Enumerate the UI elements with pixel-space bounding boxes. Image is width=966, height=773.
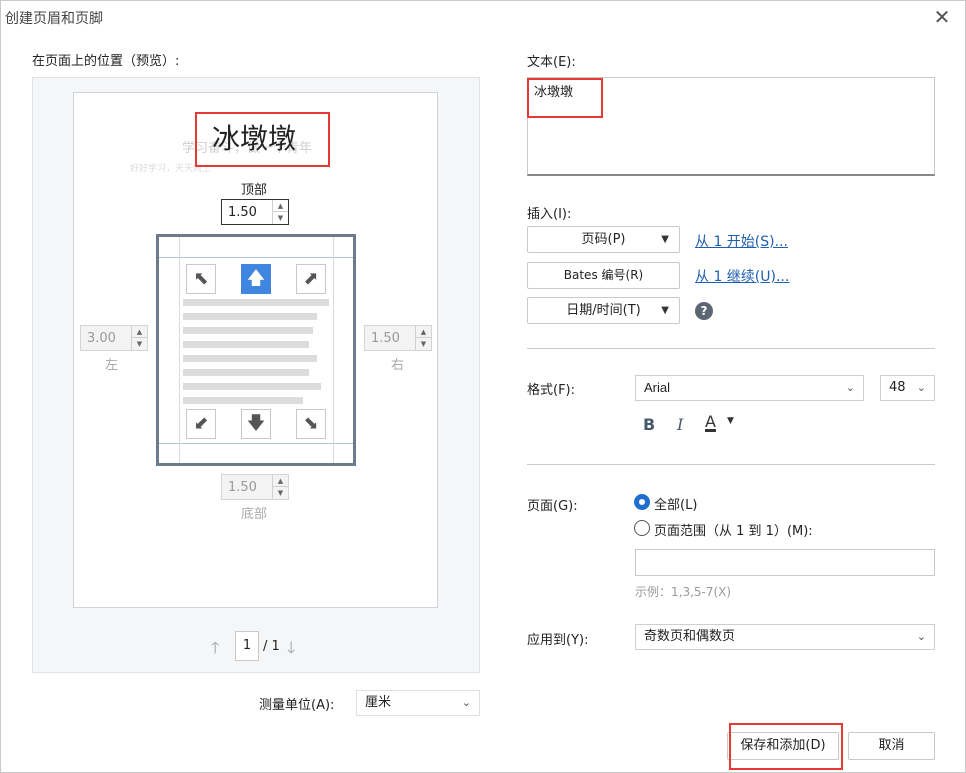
stepper-down-icon: ▼ — [277, 489, 284, 497]
chevron-down-icon: ⌄ — [461, 696, 471, 709]
format-label: 格式(F): — [527, 383, 576, 398]
text-line — [183, 397, 303, 404]
right-guide — [333, 237, 334, 463]
right-margin-label: 右 — [391, 358, 405, 373]
top-margin-label: 顶部 — [241, 183, 268, 198]
stepper-up-icon: ▲ — [416, 326, 431, 338]
text-line — [183, 383, 321, 390]
highlight-header-text — [195, 112, 330, 167]
dialog-title: 创建页眉和页脚 — [5, 11, 103, 27]
all-pages-radio[interactable] — [634, 494, 650, 510]
align-top-center-icon[interactable]: 🡅 — [241, 264, 271, 294]
close-icon[interactable]: ✕ — [931, 6, 953, 28]
italic-icon[interactable]: I — [677, 415, 683, 434]
apply-to-select[interactable]: 奇数页和偶数页 ⌄ — [635, 624, 935, 650]
all-pages-label: 全部(L) — [654, 498, 698, 513]
dialog-window: 创建页眉和页脚 ✕ 在页面上的位置（预览）: 学习奋斗，做一个青年 好好学习，天… — [0, 0, 966, 773]
stepper-down-icon[interactable]: ▼ — [273, 212, 288, 224]
text-line — [183, 341, 309, 348]
prev-page-icon[interactable]: 🡑 — [211, 637, 219, 664]
title-bar: 创建页眉和页脚 ✕ — [1, 1, 966, 33]
left-margin-value: 3.00 — [87, 331, 116, 346]
text-line — [183, 313, 317, 320]
page-range-input[interactable] — [635, 549, 935, 576]
cancel-button[interactable]: 取消 — [848, 732, 935, 760]
left-guide — [179, 237, 180, 463]
chevron-down-icon: ⌄ — [916, 381, 926, 394]
bottom-margin-label: 底部 — [241, 507, 268, 522]
caret-down-icon: ▼ — [661, 234, 669, 245]
font-color-icon: A — [705, 412, 716, 431]
page-range-example: 示例：1,3,5-7(X) — [635, 585, 732, 599]
date-time-button[interactable]: 日期/时间(T) ▼ — [527, 297, 680, 324]
text-line — [183, 355, 317, 362]
font-color-picker[interactable]: A ▼ — [703, 411, 741, 435]
text-line — [183, 299, 329, 306]
text-line — [183, 327, 313, 334]
highlight-text-area — [527, 78, 603, 118]
units-label: 测量单位(A): — [259, 698, 335, 713]
font-select[interactable]: Arial ⌄ — [635, 375, 864, 401]
units-select[interactable]: 厘米 ⌄ — [356, 690, 480, 716]
right-margin-value: 1.50 — [371, 331, 400, 346]
highlight-save-button — [729, 723, 843, 770]
chevron-down-icon: ⌄ — [916, 630, 926, 643]
top-margin-stepper[interactable]: 1.50 ▲ ▼ — [221, 199, 289, 225]
align-bottom-right-icon[interactable]: ⬊ — [296, 409, 326, 439]
stepper-up-icon: ▲ — [132, 326, 147, 338]
top-margin-value: 1.50 — [228, 205, 257, 220]
page-number-button-label: 页码(P) — [581, 232, 626, 247]
preview-label: 在页面上的位置（预览）: — [32, 54, 180, 69]
bold-icon[interactable]: B — [643, 415, 655, 434]
apply-to-label: 应用到(Y): — [527, 633, 589, 648]
bottom-margin-stepper: 1.50 ▲ ▼ — [221, 474, 289, 500]
date-time-button-label: 日期/时间(T) — [566, 303, 641, 318]
stepper-down-icon: ▼ — [420, 340, 427, 348]
left-margin-label: 左 — [105, 358, 119, 373]
bates-number-button[interactable]: Bates 编号(R) — [527, 262, 680, 289]
right-margin-stepper: 1.50 ▲ ▼ — [364, 325, 432, 351]
page-total: / 1 — [263, 639, 280, 654]
caret-down-icon: ▼ — [661, 305, 669, 316]
chevron-down-icon: ⌄ — [845, 382, 855, 394]
next-page-icon[interactable]: 🡓 — [287, 637, 295, 664]
page-number-value: 1 — [242, 638, 252, 653]
font-size-select[interactable]: 48 ⌄ — [880, 375, 935, 401]
page-range-label: 页面范围（从 1 到 1）(M): — [654, 524, 813, 539]
bates-button-label: Bates 编号(R) — [563, 268, 644, 282]
divider — [527, 348, 935, 349]
text-label: 文本(E): — [527, 55, 576, 70]
align-bottom-center-icon[interactable]: 🡇 — [241, 409, 271, 439]
stepper-up-icon: ▲ — [273, 475, 288, 487]
page-range-radio[interactable] — [634, 520, 650, 536]
stepper-up-icon[interactable]: ▲ — [273, 200, 288, 212]
start-from-link[interactable]: 从 1 开始(S)... — [695, 231, 788, 251]
stepper-down-icon: ▼ — [136, 340, 143, 348]
align-top-left-icon[interactable]: ⬉ — [186, 264, 216, 294]
header-guide — [159, 257, 353, 258]
bottom-margin-value: 1.50 — [228, 480, 257, 495]
font-size-value: 48 — [889, 380, 906, 395]
insert-label: 插入(I): — [527, 207, 572, 222]
page-number-button[interactable]: 页码(P) ▼ — [527, 226, 680, 253]
align-bottom-left-icon[interactable]: ⬋ — [186, 409, 216, 439]
units-value: 厘米 — [365, 695, 392, 710]
divider — [527, 464, 935, 465]
page-number-input[interactable]: 1 — [235, 631, 259, 661]
position-diagram: ⬉ 🡅 ⬈ ⬋ 🡇 ⬊ — [156, 234, 356, 466]
help-icon[interactable]: ? — [695, 302, 713, 320]
caret-down-icon: ▼ — [727, 416, 734, 426]
continue-from-link[interactable]: 从 1 继续(U)... — [695, 266, 789, 286]
left-margin-stepper: 3.00 ▲ ▼ — [80, 325, 148, 351]
footer-guide — [159, 443, 353, 444]
apply-to-value: 奇数页和偶数页 — [644, 629, 736, 644]
cancel-label: 取消 — [878, 738, 905, 753]
text-line — [183, 369, 309, 376]
font-value: Arial — [644, 380, 671, 395]
pages-label: 页面(G): — [527, 499, 578, 514]
align-top-right-icon[interactable]: ⬈ — [296, 264, 326, 294]
